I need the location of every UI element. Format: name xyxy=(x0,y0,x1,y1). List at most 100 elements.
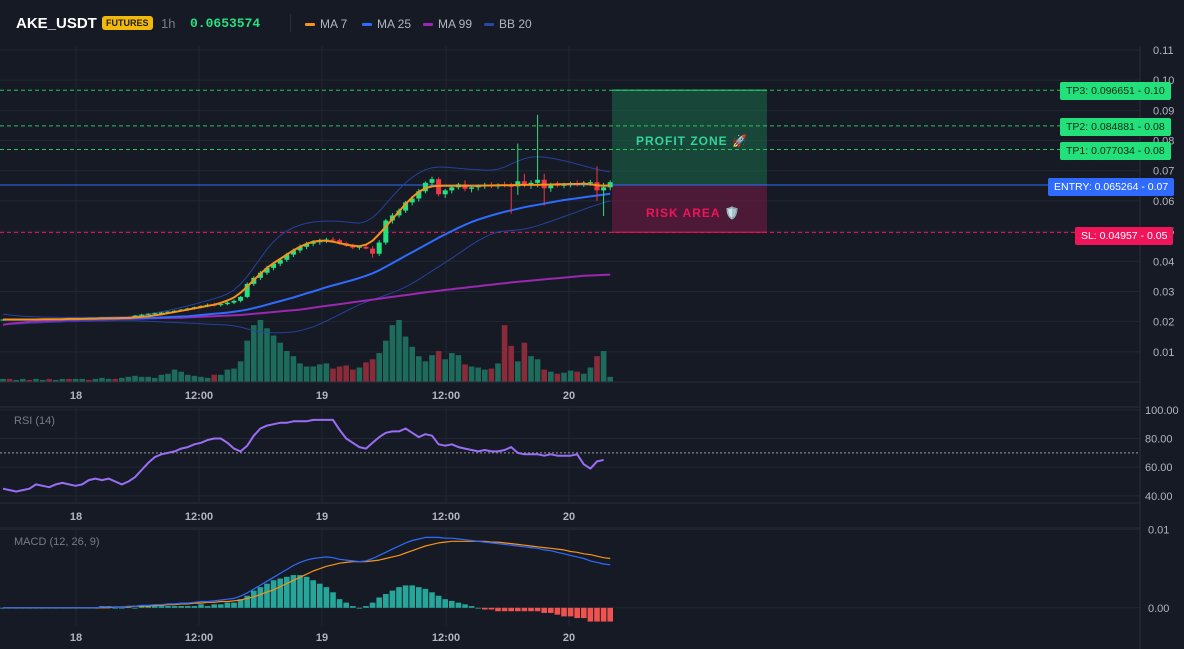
legend-ma25[interactable]: MA 25 xyxy=(362,17,411,31)
time-axis-tick: 20 xyxy=(563,632,575,644)
volume-bar xyxy=(152,377,158,382)
volume-bar xyxy=(369,359,376,382)
macd-histogram-bar xyxy=(297,575,303,608)
volume-bar xyxy=(363,362,369,382)
time-axis-tick: 12:00 xyxy=(185,390,213,402)
entry-price-label: ENTRY: 0.065264 - 0.07 xyxy=(1048,178,1175,196)
price-axis-tick: 0.07 xyxy=(1153,166,1174,178)
tp3-axis-price: 0.10 xyxy=(1144,85,1165,97)
candle-body xyxy=(449,187,455,191)
profit-zone-label: PROFIT ZONE 🚀 xyxy=(636,134,748,148)
volume-bar xyxy=(402,336,409,382)
macd-histogram-bar xyxy=(528,607,534,612)
macd-histogram-bar xyxy=(442,599,448,608)
volume-bar xyxy=(310,366,316,382)
timeframe-label[interactable]: 1h xyxy=(161,16,175,31)
macd-histogram-bar xyxy=(383,594,389,608)
volume-bar xyxy=(303,366,310,382)
volume-bar xyxy=(429,355,435,382)
macd-histogram-bar xyxy=(495,607,501,612)
rsi-line xyxy=(2,418,604,493)
volume-bar xyxy=(442,359,448,382)
macd-histogram-bar xyxy=(561,607,567,617)
rsi-axis-tick: 40.00 xyxy=(1145,491,1173,503)
symbol-name[interactable]: AKE_USDT xyxy=(16,15,97,32)
price-axis-tick: 0.09 xyxy=(1153,105,1174,117)
volume-bar xyxy=(475,367,481,382)
macd-histogram-bar xyxy=(119,607,125,609)
macd-histogram-bar xyxy=(581,607,587,619)
macd-histogram-bar xyxy=(191,606,198,608)
legend-bb20-label: BB 20 xyxy=(499,17,532,31)
legend-ma99[interactable]: MA 99 xyxy=(423,17,472,31)
macd-histogram-bar xyxy=(534,607,541,612)
price-axis-tick: 0.03 xyxy=(1153,286,1174,298)
volume-bar xyxy=(158,374,165,382)
macd-histogram-bar xyxy=(330,592,336,608)
volume-bar xyxy=(198,376,204,382)
volume-bar xyxy=(495,363,501,382)
volume-bar xyxy=(455,355,462,382)
chart-canvas[interactable]: 0.01 0.02 0.03 0.04 0.05 0.06 0.07 0.08 0.09 0.10… xyxy=(0,0,1184,649)
volume-bar xyxy=(224,369,231,382)
macd-histogram-bar xyxy=(607,607,613,622)
candle-body xyxy=(535,179,541,183)
volume-bar xyxy=(244,340,250,382)
volume-bar xyxy=(165,373,171,382)
volume-bar xyxy=(145,376,151,382)
macd-histogram-bar xyxy=(343,602,349,608)
volume-bar xyxy=(204,377,211,382)
tp2-axis-price: 0.08 xyxy=(1144,121,1165,133)
volume-bar xyxy=(581,373,587,382)
legend-ma25-label: MA 25 xyxy=(377,17,412,31)
ma7-swatch-icon xyxy=(305,22,315,26)
macd-histogram-bar xyxy=(336,599,343,608)
volume-bar xyxy=(521,342,528,382)
time-axis-tick: 18 xyxy=(70,390,82,402)
volume-bar xyxy=(264,328,270,382)
volume-bar xyxy=(251,325,257,382)
volume-bar xyxy=(416,356,422,382)
time-axis-tick: 20 xyxy=(563,511,575,523)
volume-bar xyxy=(376,353,382,382)
macd-histogram-bar xyxy=(554,607,561,615)
volume-bar xyxy=(218,374,224,382)
last-price: 0.0653574 xyxy=(190,16,261,31)
volume-bar xyxy=(528,356,534,382)
macd-axis-tick: 0.01 xyxy=(1148,525,1169,537)
macd-histogram-bar xyxy=(600,607,607,622)
volume-bar xyxy=(297,363,303,382)
price-axis-tick: 0.01 xyxy=(1153,347,1174,359)
macd-histogram-bar xyxy=(185,606,191,608)
candle-body xyxy=(238,296,244,301)
legend-ma7[interactable]: MA 7 xyxy=(305,17,347,31)
rsi-axis-tick: 80.00 xyxy=(1145,434,1173,446)
tp2-level-text: TP2: 0.084881 xyxy=(1066,121,1135,133)
macd-histogram-bar xyxy=(152,606,158,608)
macd-histogram-bar xyxy=(416,587,422,608)
macd-histogram-bar xyxy=(303,576,310,608)
candle-body xyxy=(376,242,382,254)
ma7-line xyxy=(3,182,611,321)
macd-histogram-bar xyxy=(574,607,580,619)
candle-body xyxy=(330,239,336,241)
volume-bar xyxy=(178,371,184,382)
volume-bar xyxy=(277,342,283,382)
legend-bb20[interactable]: BB 20 xyxy=(484,17,532,31)
time-axis-tick: 12:00 xyxy=(185,511,213,523)
chart-header: AKE_USDT FUTURES 1h 0.0653574 MA 7 MA 25… xyxy=(0,0,1184,46)
time-axis-tick: 19 xyxy=(316,390,328,402)
volume-bar xyxy=(422,361,429,382)
macd-histogram-bar xyxy=(218,604,224,608)
macd-histogram-bar xyxy=(204,606,211,608)
bb20-lower-line xyxy=(2,200,611,334)
volume-bar xyxy=(336,366,343,382)
macd-histogram-bar xyxy=(277,578,283,608)
futures-badge: FUTURES xyxy=(102,16,153,30)
rsi-axis-tick: 60.00 xyxy=(1145,462,1173,474)
volume-bar xyxy=(125,376,132,382)
macd-histogram-bar xyxy=(264,583,270,608)
candle-body xyxy=(224,302,230,305)
candle-body xyxy=(231,300,237,303)
entry-axis-price: 0.07 xyxy=(1147,181,1169,193)
